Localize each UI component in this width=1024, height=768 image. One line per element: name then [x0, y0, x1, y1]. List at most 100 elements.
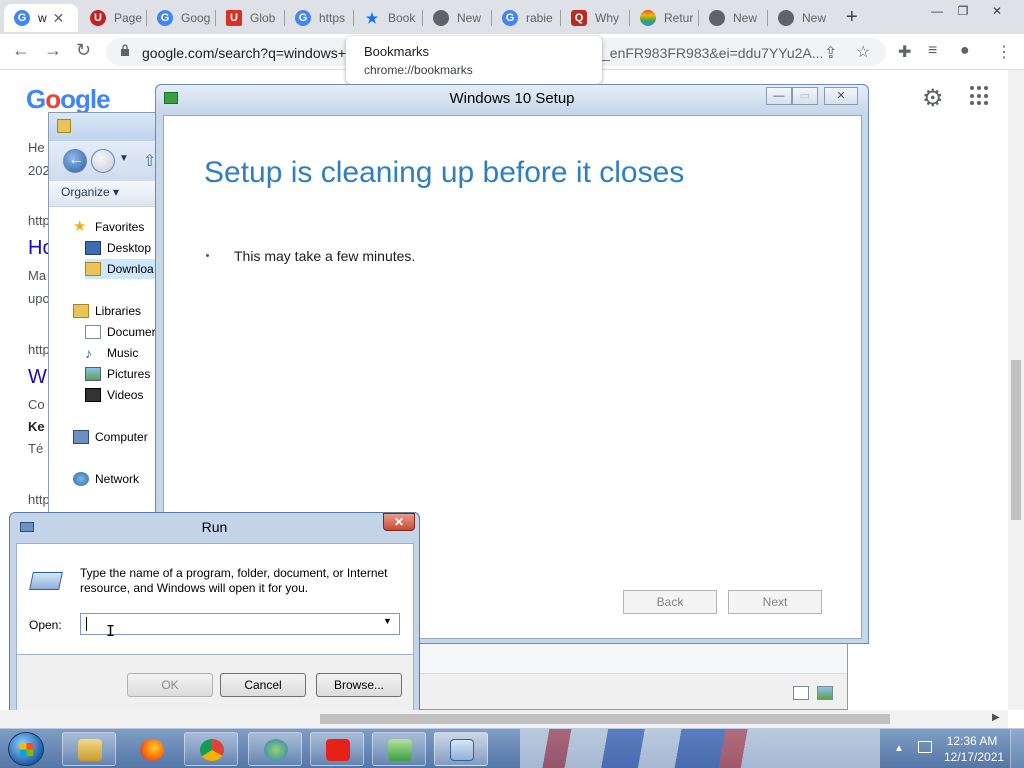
nav-desktop[interactable]: Desktop — [85, 238, 151, 258]
recent-pages-icon[interactable]: ▼ — [119, 153, 129, 164]
tab-page[interactable]: U Page — [80, 4, 146, 32]
taskbar-run[interactable] — [434, 732, 488, 766]
nav-music[interactable]: ♪ Music — [85, 343, 138, 363]
google-logo[interactable]: Google — [26, 84, 111, 115]
nav-documents[interactable]: Documer — [85, 322, 156, 342]
clock-time[interactable]: 12:36 AM — [944, 734, 1000, 748]
run-dialog: Run ✕ Type the name of a program, folder… — [9, 512, 420, 723]
back-arrow-icon[interactable]: ← — [12, 40, 30, 61]
result-snippet: 202 — [28, 163, 50, 178]
ok-button[interactable]: OK — [127, 673, 213, 697]
nav-computer[interactable]: Computer — [73, 427, 148, 447]
tab-label: Goog — [181, 11, 211, 25]
scrollbar-thumb[interactable] — [1011, 360, 1021, 520]
libraries-icon — [73, 304, 89, 318]
reload-icon[interactable]: ↻ — [76, 40, 91, 61]
tooltip-title: Bookmarks — [364, 44, 430, 59]
menu-kebab-icon[interactable]: ⋮ — [996, 42, 1012, 62]
tab-rabies[interactable]: G rabie — [492, 4, 560, 32]
taskbar-explorer[interactable] — [62, 732, 116, 766]
url-text: google.com/search?q=windows+ — [142, 45, 346, 61]
tab-label: rabie — [526, 11, 553, 25]
tab-new-1[interactable]: New — [423, 4, 491, 32]
settings-gear-icon[interactable]: ⚙ — [922, 84, 944, 113]
next-button[interactable]: Next — [728, 590, 822, 614]
nav-libraries[interactable]: Libraries — [73, 301, 141, 321]
star-icon: ★ — [73, 218, 87, 235]
result-snippet: upo — [28, 291, 50, 306]
dropdown-arrow-icon[interactable]: ▼ — [383, 616, 392, 626]
minimize-button[interactable]: — — [766, 87, 792, 105]
start-button[interactable] — [8, 732, 44, 766]
scrollbar-thumb[interactable] — [320, 714, 890, 724]
nav-videos[interactable]: Videos — [85, 385, 143, 405]
run-content: Type the name of a program, folder, docu… — [16, 543, 414, 655]
close-button[interactable]: ✕ — [824, 87, 858, 105]
rainbow-icon — [640, 10, 656, 26]
nav-label: Videos — [107, 388, 144, 402]
organize-menu[interactable]: Organize ▾ — [61, 185, 119, 199]
nav-favorites[interactable]: ★ Favorites — [73, 217, 144, 237]
details-view-icon[interactable] — [793, 686, 809, 700]
vertical-scrollbar[interactable] — [1008, 70, 1024, 710]
folder-icon — [57, 119, 71, 133]
tab-label: Why — [595, 11, 619, 25]
result-url[interactable]: http — [28, 213, 50, 228]
browse-button[interactable]: Browse... — [316, 673, 402, 697]
tab-https[interactable]: G https — [285, 4, 353, 32]
clock-date[interactable]: 12/17/2021 — [944, 750, 1004, 764]
result-url[interactable]: http — [28, 342, 50, 357]
back-button[interactable]: Back — [623, 590, 717, 614]
tab-why[interactable]: Q Why — [561, 4, 629, 32]
desktop-icon — [85, 241, 101, 255]
pictures-icon — [85, 367, 101, 381]
close-window-button[interactable]: ✕ — [984, 2, 1010, 20]
run-program-icon — [29, 572, 63, 590]
horizontal-scrollbar[interactable]: ▶ — [0, 710, 1008, 728]
tab-google-search[interactable]: G w ✕ — [4, 4, 78, 32]
google-icon: G — [157, 10, 173, 26]
close-button[interactable]: ✕ — [383, 513, 415, 531]
setup-icon — [388, 739, 412, 761]
new-tab-button[interactable]: + — [846, 6, 858, 29]
tab-label: New — [802, 11, 827, 25]
show-hidden-icons-icon[interactable]: ▲ — [894, 743, 904, 754]
show-desktop-button[interactable] — [1010, 729, 1024, 768]
google-icon: G — [14, 10, 30, 26]
taskbar-youtube[interactable] — [310, 732, 364, 766]
tab-new-3[interactable]: New — [768, 4, 836, 32]
bookmark-tooltip: Bookmarks chrome://bookmarks — [346, 36, 602, 84]
forward-arrow-icon[interactable]: → — [44, 40, 62, 61]
taskbar-firefox[interactable] — [124, 732, 178, 766]
result-url[interactable]: http — [28, 492, 50, 507]
network-tray-icon[interactable] — [918, 741, 932, 753]
nav-downloads[interactable]: Downloa — [85, 259, 155, 279]
extensions-icon[interactable]: ✚ — [898, 42, 911, 62]
tab-google[interactable]: G Goog — [147, 4, 215, 32]
taskbar-download-manager[interactable] — [248, 732, 302, 766]
taskbar-setup[interactable] — [372, 732, 426, 766]
forward-button[interactable] — [91, 149, 115, 173]
preview-view-icon[interactable] — [817, 686, 833, 700]
minimize-button[interactable]: — — [924, 2, 950, 20]
media-icon[interactable]: ≡ — [928, 42, 937, 60]
bookmark-star-icon[interactable]: ☆ — [856, 42, 870, 62]
google-icon: G — [295, 10, 311, 26]
profile-icon[interactable]: ● — [960, 42, 970, 60]
google-apps-icon[interactable] — [970, 86, 990, 106]
nav-pictures[interactable]: Pictures — [85, 364, 150, 384]
tab-return[interactable]: Retur — [630, 4, 698, 32]
share-icon[interactable]: ⇪ — [824, 43, 837, 63]
close-tab-icon[interactable]: ✕ — [53, 10, 65, 27]
scroll-right-icon[interactable]: ▶ — [992, 712, 1000, 723]
restore-button[interactable]: ❐ — [950, 2, 976, 20]
back-button[interactable] — [63, 149, 87, 173]
chrome-icon — [709, 10, 725, 26]
taskbar-chrome[interactable] — [184, 732, 238, 766]
nav-network[interactable]: Network — [73, 469, 139, 489]
cancel-button[interactable]: Cancel — [220, 673, 306, 697]
tab-global[interactable]: U Glob — [216, 4, 284, 32]
tab-bookmarks[interactable]: ★ Book — [354, 4, 422, 32]
open-combobox[interactable]: ▼ — [80, 613, 400, 635]
tab-new-2[interactable]: New — [699, 4, 767, 32]
